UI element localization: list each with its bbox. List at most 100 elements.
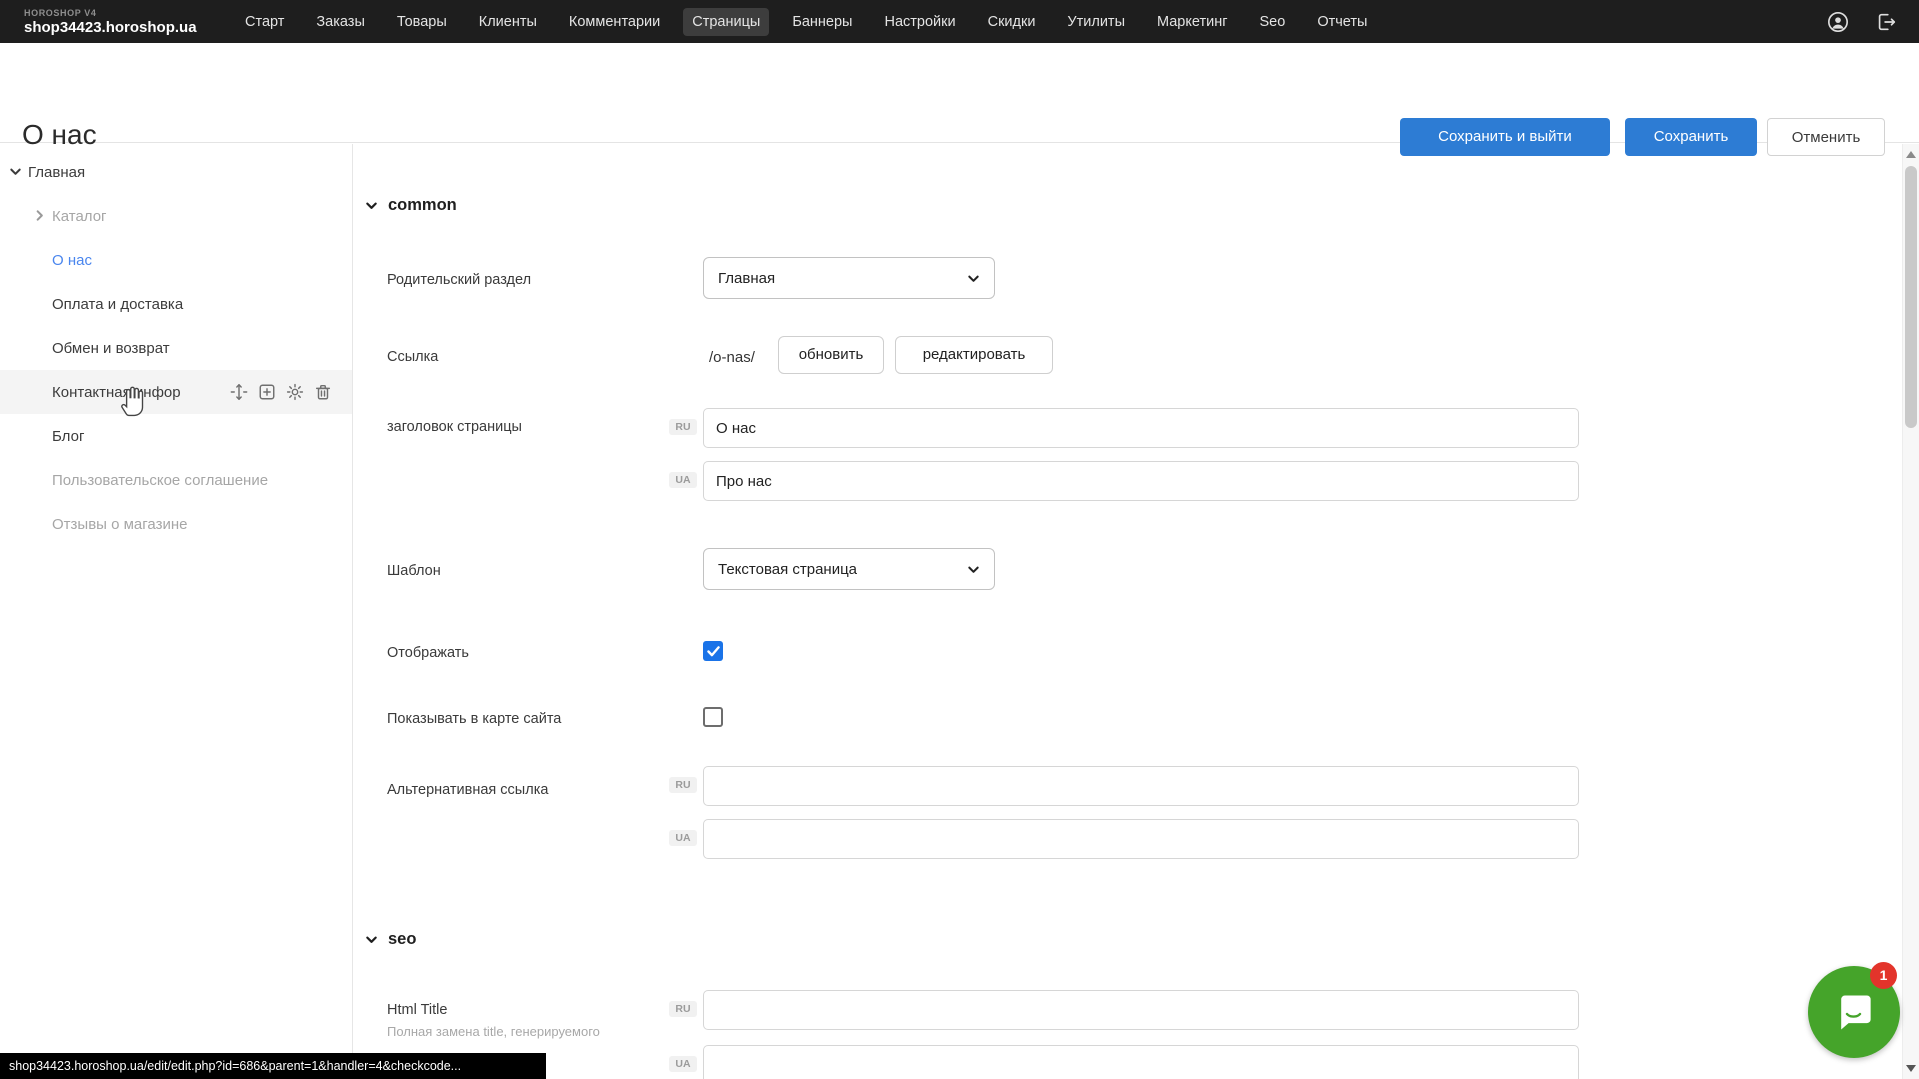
sidebar-item-store-reviews[interactable]: Отзывы о магазине (0, 502, 352, 546)
chevron-down-icon (365, 933, 378, 946)
sidebar-item-label: Контактная инфор (52, 384, 181, 401)
sidebar-item-label: О нас (52, 252, 92, 269)
display-checkbox[interactable] (703, 641, 723, 661)
template-label: Шаблон (387, 563, 687, 579)
nav-comments[interactable]: Комментарии (560, 8, 669, 36)
settings-gear-icon[interactable] (286, 383, 304, 401)
lang-ua-tag: UA (669, 472, 697, 488)
sidebar-item-label: Отзывы о магазине (52, 516, 187, 533)
pages-tree-sidebar: Главная Каталог О нас Оплата и доставка … (0, 144, 353, 1079)
nav-banners[interactable]: Баннеры (783, 8, 861, 36)
page-title-label: заголовок страницы (387, 419, 687, 435)
lang-ru-tag: RU (669, 419, 697, 435)
lang-ua-tag: UA (669, 1056, 697, 1072)
html-title-ua-input[interactable] (703, 1045, 1579, 1079)
page-title-ru-input[interactable] (703, 408, 1579, 448)
sidebar-item-label: Каталог (52, 208, 107, 225)
shop-logo[interactable]: HOROSHOP V4 shop34423.horoshop.ua (24, 8, 220, 36)
sidebar-item-label: Обмен и возврат (52, 340, 170, 357)
logo-version-text: HOROSHOP V4 (24, 8, 220, 18)
sidebar-item-blog[interactable]: Блог (0, 414, 352, 458)
nav-discounts[interactable]: Скидки (979, 8, 1045, 36)
chevron-down-icon (365, 199, 378, 212)
sidebar-item-label: Блог (52, 428, 84, 445)
section-title: seo (388, 930, 416, 949)
sidebar-item-payment-delivery[interactable]: Оплата и доставка (0, 282, 352, 326)
alt-link-label: Альтернативная ссылка (387, 782, 687, 798)
lang-ru-tag: RU (669, 777, 697, 793)
delete-trash-icon[interactable] (314, 383, 332, 401)
page-title: О нас (22, 119, 97, 151)
sidebar-item-home[interactable]: Главная (0, 150, 352, 194)
scroll-up-arrow[interactable] (1906, 151, 1916, 158)
nav-orders[interactable]: Заказы (307, 8, 373, 36)
page-title-ua-input[interactable] (703, 461, 1579, 501)
cancel-button[interactable]: Отменить (1767, 118, 1885, 156)
section-seo-toggle[interactable]: seo (365, 930, 416, 949)
alt-link-ru-input[interactable] (703, 766, 1579, 806)
logo-domain-text: shop34423.horoshop.ua (24, 19, 220, 36)
link-path-text: /o-nas/ (709, 349, 755, 366)
topbar-right-icons (1827, 11, 1897, 33)
status-url-tooltip: shop34423.horoshop.ua/edit/edit.php?id=6… (0, 1053, 546, 1079)
html-title-hint: Полная замена title, генерируемого (387, 1024, 687, 1039)
sidebar-item-user-agreement[interactable]: Пользовательское соглашение (0, 458, 352, 502)
nav-marketing[interactable]: Маркетинг (1148, 8, 1237, 36)
add-page-icon[interactable] (258, 383, 276, 401)
chevron-down-icon[interactable] (9, 165, 22, 178)
parent-section-label: Родительский раздел (387, 272, 687, 288)
template-value: Текстовая страница (718, 561, 967, 578)
display-label: Отображать (387, 645, 687, 661)
page-header: О нас Сохранить и выйти Сохранить Отмени… (0, 43, 1919, 143)
section-title: common (388, 196, 457, 215)
edit-link-button[interactable]: редактировать (895, 336, 1053, 374)
lang-ua-tag: UA (669, 830, 697, 846)
alt-link-ua-input[interactable] (703, 819, 1579, 859)
sidebar-item-about[interactable]: О нас (0, 238, 352, 282)
link-label: Ссылка (387, 349, 687, 365)
nav-pages[interactable]: Страницы (683, 8, 769, 36)
nav-utilities[interactable]: Утилиты (1058, 8, 1134, 36)
template-select[interactable]: Текстовая страница (703, 548, 995, 590)
nav-products[interactable]: Товары (388, 8, 456, 36)
sidebar-item-catalog[interactable]: Каталог (0, 194, 352, 238)
refresh-link-button[interactable]: обновить (778, 336, 884, 374)
html-title-label: Html Title (387, 1002, 687, 1018)
checkmark-icon (707, 646, 720, 657)
sitemap-checkbox[interactable] (703, 707, 723, 727)
parent-section-value: Главная (718, 270, 967, 287)
vertical-scrollbar[interactable] (1902, 144, 1919, 1079)
save-and-exit-button[interactable]: Сохранить и выйти (1400, 118, 1610, 156)
save-button[interactable]: Сохранить (1625, 118, 1757, 156)
sidebar-item-contact-info[interactable]: Контактная инфор (0, 370, 352, 414)
scrollbar-thumb[interactable] (1905, 166, 1917, 428)
account-icon[interactable] (1827, 11, 1849, 33)
top-nav: Старт Заказы Товары Клиенты Комментарии … (236, 8, 1376, 36)
row-actions (230, 383, 332, 401)
logout-icon[interactable] (1875, 11, 1897, 33)
lang-ru-tag: RU (669, 1001, 697, 1017)
chat-widget-button[interactable]: 1 (1808, 966, 1900, 1058)
horoshop-admin-screen: HOROSHOP V4 shop34423.horoshop.ua Старт … (0, 0, 1919, 1079)
topbar: HOROSHOP V4 shop34423.horoshop.ua Старт … (0, 0, 1919, 43)
chevron-down-icon (967, 272, 980, 285)
chat-bubble-icon (1832, 990, 1876, 1034)
section-common-toggle[interactable]: common (365, 196, 457, 215)
scroll-down-arrow[interactable] (1906, 1065, 1916, 1072)
drag-move-icon[interactable] (230, 383, 248, 401)
sidebar-item-exchange-return[interactable]: Обмен и возврат (0, 326, 352, 370)
html-title-ru-input[interactable] (703, 990, 1579, 1030)
nav-seo[interactable]: Seo (1251, 8, 1295, 36)
parent-section-select[interactable]: Главная (703, 257, 995, 299)
nav-settings[interactable]: Настройки (875, 8, 964, 36)
nav-start[interactable]: Старт (236, 8, 293, 36)
chat-unread-badge: 1 (1870, 962, 1897, 989)
sidebar-item-label: Главная (28, 164, 85, 181)
sidebar-item-label: Пользовательское соглашение (52, 472, 268, 489)
sidebar-item-label: Оплата и доставка (52, 296, 183, 313)
page-edit-form: common Родительский раздел Главная Ссылк… (353, 144, 1902, 1079)
nav-reports[interactable]: Отчеты (1308, 8, 1376, 36)
chevron-right-icon[interactable] (33, 209, 46, 222)
nav-clients[interactable]: Клиенты (470, 8, 546, 36)
sitemap-label: Показывать в карте сайта (387, 711, 687, 727)
